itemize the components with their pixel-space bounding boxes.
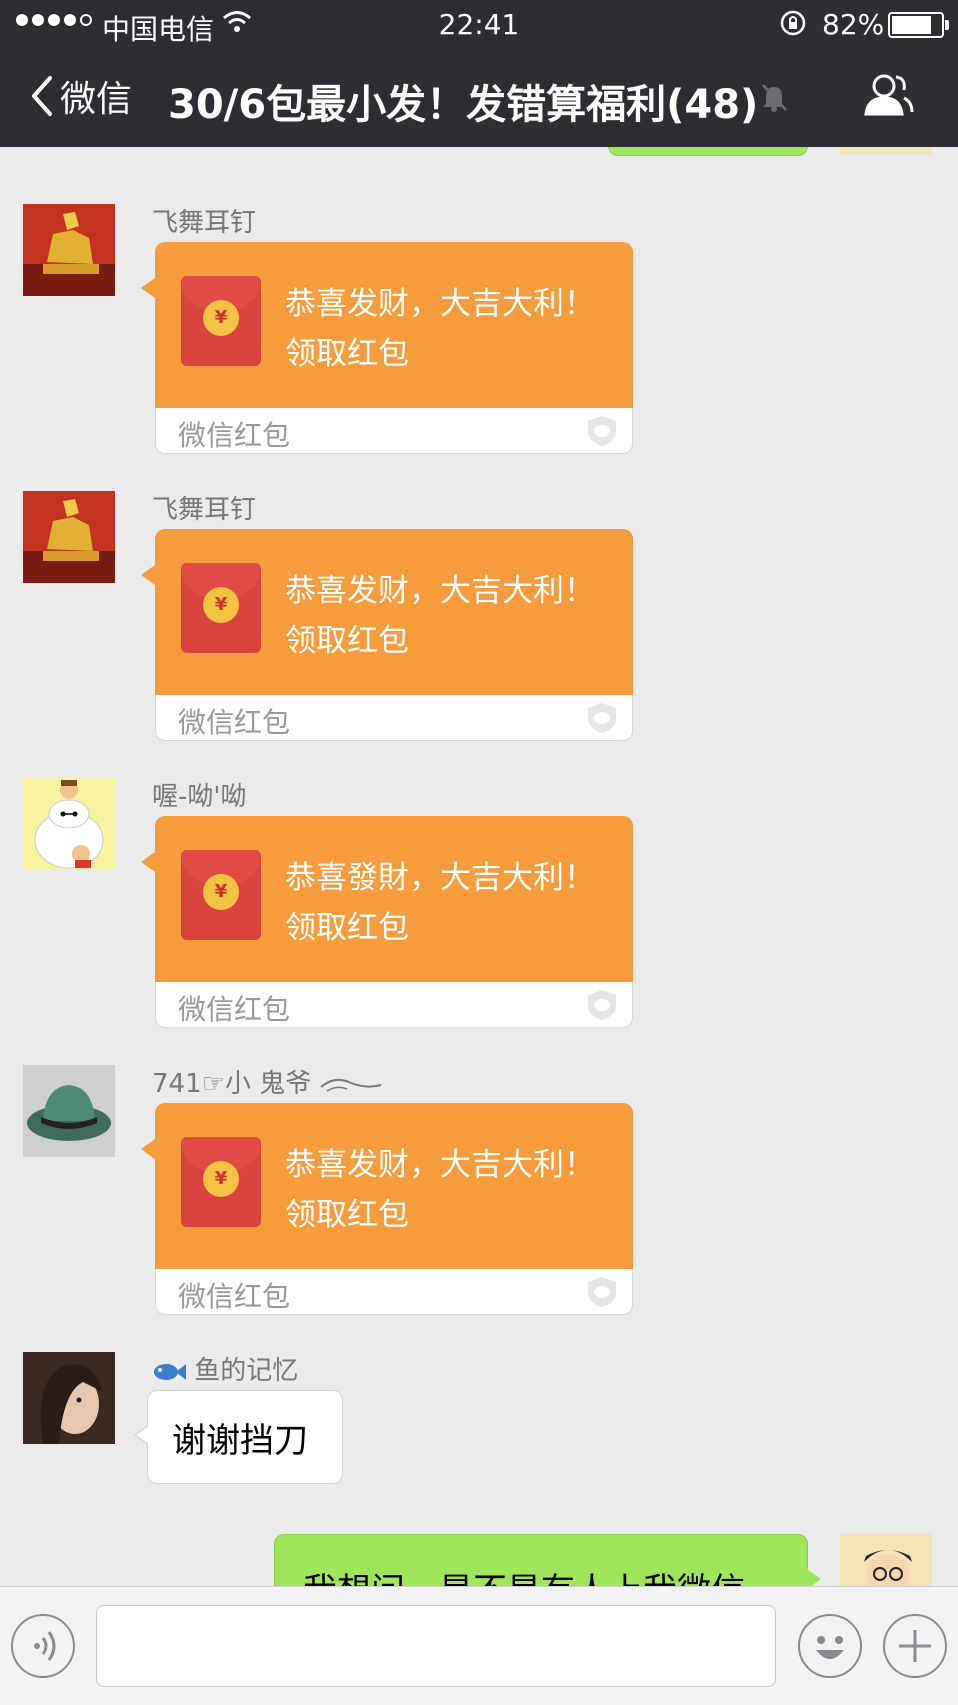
battery-percent: 82%	[822, 8, 885, 41]
red-packet-message[interactable]: ¥ 恭喜发财，大吉大利！ 领取红包 微信红包	[141, 1103, 633, 1315]
navigation-bar: 微信 30/6包最小发！发错算福利(48)	[0, 48, 958, 147]
plus-icon	[899, 1630, 931, 1662]
avatar[interactable]	[23, 778, 115, 870]
red-packet-message[interactable]: ¥ 恭喜发财，大吉大利！ 领取红包 微信红包	[141, 529, 633, 741]
incoming-message-bubble[interactable]: 谢谢挡刀	[134, 1390, 343, 1484]
red-packet-message[interactable]: ¥ 恭喜发财，大吉大利！ 领取红包 微信红包	[141, 242, 633, 454]
red-packet-greeting: 恭喜發財，大吉大利！	[285, 860, 595, 896]
clock: 22:41	[438, 8, 520, 41]
status-bar: 中国电信 22:41 82%	[0, 0, 958, 48]
red-packet-action: 领取红包	[285, 910, 409, 946]
wechat-shield-icon	[586, 988, 618, 1026]
red-envelope-icon: ¥	[181, 276, 261, 366]
sender-name-text: 鱼的记忆	[194, 1356, 299, 1386]
input-bar	[0, 1586, 958, 1705]
chevron-left-icon	[32, 76, 52, 116]
wechat-shield-icon	[586, 701, 618, 739]
smiley-icon	[816, 1636, 844, 1659]
top-bar: 中国电信 22:41 82% 微信 30/6包最小发！发错算福利(48)	[0, 0, 958, 147]
red-packet-footer: 微信红包	[178, 419, 291, 452]
mute-bell-icon	[760, 82, 788, 116]
avatar[interactable]	[23, 204, 115, 296]
voice-icon	[34, 1631, 56, 1661]
avatar[interactable]	[23, 1352, 115, 1444]
red-packet-action: 领取红包	[285, 336, 409, 372]
battery-icon	[888, 12, 949, 38]
sender-name: 鱼的记忆	[152, 1350, 298, 1387]
red-packet-greeting: 恭喜发财，大吉大利！	[285, 573, 595, 609]
sender-name: 741☞小 鬼爷	[152, 1063, 383, 1100]
back-label: 微信	[60, 79, 133, 120]
red-packet-message[interactable]: ¥ 恭喜發財，大吉大利！ 领取红包 微信红包	[141, 816, 633, 1028]
group-members-icon[interactable]	[862, 72, 914, 122]
red-packet-footer: 微信红包	[178, 993, 291, 1026]
emoji-button[interactable]	[798, 1614, 862, 1678]
wechat-shield-icon	[586, 1275, 618, 1313]
red-packet-footer: 微信红包	[178, 706, 291, 739]
more-options-button[interactable]	[883, 1614, 947, 1678]
red-packet-greeting: 恭喜发财，大吉大利！	[285, 1147, 595, 1183]
red-envelope-icon: ¥	[181, 850, 261, 940]
chat-title: 30/6包最小发！发错算福利(48)	[168, 82, 759, 128]
rotation-lock-icon	[780, 10, 806, 40]
sender-name-text: 741☞小 鬼爷	[152, 1069, 312, 1099]
red-packet-action: 领取红包	[285, 623, 409, 659]
red-envelope-icon: ¥	[181, 1137, 261, 1227]
voice-input-button[interactable]	[11, 1614, 75, 1678]
red-envelope-icon: ¥	[181, 563, 261, 653]
message-text: 谢谢挡刀	[172, 1421, 308, 1461]
red-packet-action: 领取红包	[285, 1197, 409, 1233]
sender-name: 飞舞耳钉	[152, 208, 257, 238]
red-packet-greeting: 恭喜发财，大吉大利！	[285, 286, 595, 322]
red-packet-footer: 微信红包	[178, 1280, 291, 1313]
wave-decoration-icon	[320, 1078, 382, 1092]
wechat-shield-icon	[586, 414, 618, 452]
avatar[interactable]	[23, 1065, 115, 1157]
avatar[interactable]	[23, 491, 115, 583]
message-input[interactable]	[96, 1605, 776, 1687]
sender-name: 喔-呦'呦	[152, 782, 247, 812]
fish-icon	[154, 1363, 186, 1380]
sender-name: 飞舞耳钉	[152, 495, 257, 525]
back-button[interactable]: 微信	[30, 70, 132, 122]
